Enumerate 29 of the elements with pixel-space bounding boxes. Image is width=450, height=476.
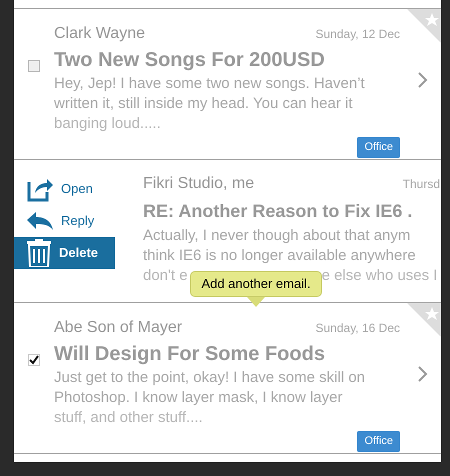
reply-icon: [27, 212, 53, 230]
star-corner-icon[interactable]: [407, 303, 441, 337]
share-icon: [27, 176, 53, 202]
chevron-right-icon[interactable]: [418, 72, 428, 88]
tooltip: Add another email.: [190, 271, 322, 307]
sender-name: Fikri Studio, me: [143, 174, 254, 194]
message-date: Thursd: [402, 176, 440, 193]
action-button[interactable]: Delete: [14, 237, 115, 269]
trash-icon: [27, 239, 51, 267]
sender-name: Clark Wayne: [54, 24, 145, 44]
checkbox[interactable]: [28, 60, 40, 72]
message-preview: Actually, I never though about that anym think IE6 is no longer available anywhere: [143, 226, 417, 266]
label-tag: Office: [357, 431, 400, 452]
checkbox[interactable]: [28, 354, 40, 366]
message-date: Sunday, 16 Dec: [316, 320, 400, 337]
action-button[interactable]: Reply: [14, 205, 115, 237]
message-preview: Hey, Jep! I have some two new songs. Haven’t written it, still inside my head. You can hear it banging loud.....: [54, 74, 366, 134]
message-preview: Just get to the point, okay! I have some skill on Photoshop. I know layer mask, I know layer stuff, and other stuff....: [54, 368, 366, 428]
label-tag: Office: [357, 137, 400, 158]
preview-fragment: e else who uses I: [322, 266, 438, 286]
message-subject: RE: Another Reason to Fix IE6 .: [143, 200, 414, 223]
message-date: Sunday, 12 Dec: [316, 26, 400, 43]
chevron-right-icon[interactable]: [418, 366, 428, 382]
preview-fragment: don't e: [143, 266, 188, 286]
message-subject: Will Design For Some Foods: [54, 342, 326, 367]
action-button[interactable]: Open: [14, 173, 115, 205]
sender-name: Abe Son of Mayer: [54, 318, 182, 338]
star-corner-icon[interactable]: [407, 9, 441, 43]
message-subject: Two New Songs For 200USD: [54, 48, 326, 73]
